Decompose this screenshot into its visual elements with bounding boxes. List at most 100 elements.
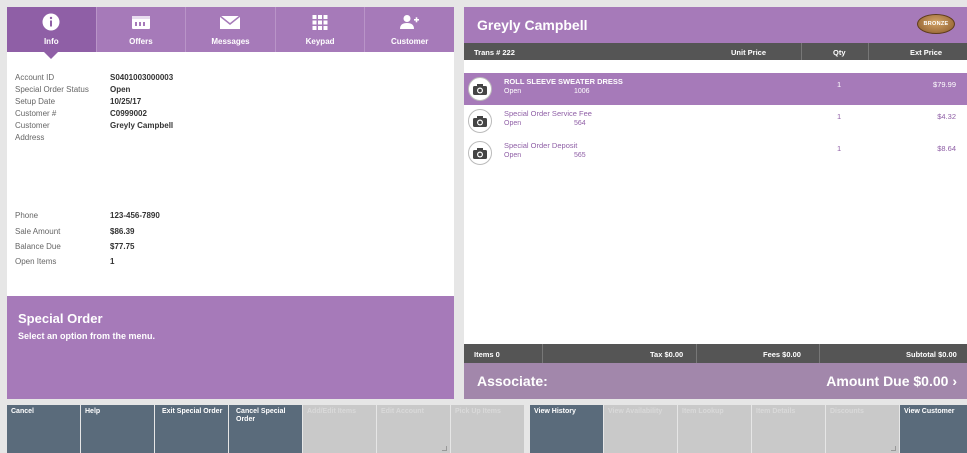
item-name: ROLL SLEEVE SWEATER DRESS xyxy=(504,77,623,86)
detail-row-status: Special Order Status Open xyxy=(15,85,445,97)
item-ext-price: $8.64 xyxy=(937,144,956,153)
amount-due-button[interactable]: Amount Due $0.00 › xyxy=(826,373,957,389)
item-details-button[interactable]: Item Details xyxy=(752,405,825,453)
items-count: Items 0 xyxy=(474,350,500,359)
detail-row-address: Address xyxy=(15,133,445,145)
item-sku: 564 xyxy=(574,120,586,127)
camera-icon xyxy=(468,109,492,133)
detail-row-balance-due: Balance Due $77.75 xyxy=(15,242,445,254)
line-item[interactable]: Special Order Deposit Open 565 1 $8.64 xyxy=(464,137,967,169)
sale-amount-value: $86.39 xyxy=(110,227,135,236)
item-qty: 1 xyxy=(837,112,842,121)
item-qty: 1 xyxy=(837,80,842,89)
item-sku: 565 xyxy=(574,152,586,159)
camera-icon xyxy=(468,77,492,101)
help-button[interactable]: Help xyxy=(81,405,154,453)
special-order-title: Special Order xyxy=(18,311,103,326)
transaction-totals-bar: Items 0 Tax $0.00 Fees $0.00 Subtotal $0… xyxy=(464,344,967,363)
detail-row-account-id: Account ID S0401003000003 xyxy=(15,73,445,85)
sale-amount-label: Sale Amount xyxy=(15,227,61,236)
balance-due-value: $77.75 xyxy=(110,242,135,251)
pick-up-items-button[interactable]: Pick Up Items xyxy=(451,405,524,453)
item-ext-price: $4.32 xyxy=(937,112,956,121)
corner-indicator xyxy=(891,446,896,451)
special-order-instruction: Select an option from the menu. xyxy=(18,331,156,341)
item-name: Special Order Deposit xyxy=(504,141,578,150)
column-divider xyxy=(868,43,869,60)
discounts-button[interactable]: Discounts xyxy=(826,405,899,453)
tab-messages-label: Messages xyxy=(211,37,250,46)
trans-number-header: Trans # 222 xyxy=(474,48,515,57)
detail-row-customer-number: Customer # C0999002 xyxy=(15,109,445,121)
qty-header: Qty xyxy=(833,48,846,57)
camera-icon xyxy=(468,141,492,165)
subtotal: Subtotal $0.00 xyxy=(906,350,957,359)
associate-label[interactable]: Associate: xyxy=(477,373,548,389)
detail-row-open-items: Open Items 1 xyxy=(15,257,445,269)
exit-special-order-button[interactable]: Exit Special Order xyxy=(155,405,228,453)
edit-account-button[interactable]: Edit Account xyxy=(377,405,450,453)
customer-name[interactable]: Greyly Campbell xyxy=(477,17,588,33)
detail-row-sale-amount: Sale Amount $86.39 xyxy=(15,227,445,239)
info-icon xyxy=(42,13,60,31)
fees-total: Fees $0.00 xyxy=(763,350,801,359)
view-history-button[interactable]: View History xyxy=(530,405,603,453)
status-label: Special Order Status xyxy=(15,85,89,94)
item-status: Open xyxy=(504,152,522,159)
customer-number-value: C0999002 xyxy=(110,109,147,118)
add-edit-items-button[interactable]: Add/Edit Items xyxy=(303,405,376,453)
customer-value: Greyly Campbell xyxy=(110,121,174,130)
detail-row-phone: Phone 123-456-7890 xyxy=(15,211,445,223)
unit-price-header: Unit Price xyxy=(731,48,767,57)
column-divider xyxy=(696,344,697,363)
amount-due-bar: Associate: Amount Due $0.00 › xyxy=(464,363,967,399)
tab-keypad[interactable]: Keypad xyxy=(276,7,366,52)
bottom-menu: Cancel Help Exit Special Order Cancel Sp… xyxy=(0,405,967,453)
tab-customer[interactable]: Customer xyxy=(365,7,454,52)
loyalty-tier-label: BRONZE xyxy=(923,21,949,27)
tab-info[interactable]: Info xyxy=(7,7,97,52)
item-ext-price: $79.99 xyxy=(933,80,956,89)
ext-price-header: Ext Price xyxy=(910,48,943,57)
special-order-message-panel: Special Order Select an option from the … xyxy=(7,296,454,399)
open-items-value: 1 xyxy=(110,257,115,266)
address-label: Address xyxy=(15,133,45,142)
column-divider xyxy=(801,43,802,60)
tab-bar: Info Offers Messages Keypad Customer xyxy=(7,7,454,52)
tax-total: Tax $0.00 xyxy=(650,350,684,359)
tab-keypad-label: Keypad xyxy=(305,37,335,46)
tab-offers-label: Offers xyxy=(129,37,153,46)
item-status: Open xyxy=(504,88,522,95)
tab-messages[interactable]: Messages xyxy=(186,7,276,52)
tab-customer-label: Customer xyxy=(391,37,429,46)
transaction-panel: Greyly Campbell BRONZE Trans # 222 Unit … xyxy=(464,7,967,399)
line-item[interactable]: Special Order Service Fee Open 564 1 $4.… xyxy=(464,105,967,137)
view-customer-button[interactable]: View Customer xyxy=(900,405,967,453)
phone-label: Phone xyxy=(15,211,39,220)
tab-info-label: Info xyxy=(43,37,59,46)
detail-row-setup-date: Setup Date 10/25/17 xyxy=(15,97,445,109)
status-value: Open xyxy=(110,85,131,94)
tab-offers[interactable]: Offers xyxy=(97,7,187,52)
line-item[interactable]: ROLL SLEEVE SWEATER DRESS Open 1006 1 $7… xyxy=(464,73,967,105)
item-lookup-button[interactable]: Item Lookup xyxy=(678,405,751,453)
item-sku: 1006 xyxy=(574,88,590,95)
detail-row-customer: Customer Greyly Campbell xyxy=(15,121,445,133)
view-availability-button[interactable]: View Availability xyxy=(604,405,677,453)
cancel-special-order-button[interactable]: Cancel Special Order xyxy=(229,405,302,453)
offers-icon xyxy=(131,13,151,31)
corner-indicator xyxy=(442,446,447,451)
edit-account-label: Edit Account xyxy=(381,408,424,415)
customer-header: Greyly Campbell BRONZE xyxy=(464,7,967,43)
item-status: Open xyxy=(504,120,522,127)
customer-label: Customer xyxy=(15,121,50,130)
setup-date-label: Setup Date xyxy=(15,97,56,106)
cancel-button[interactable]: Cancel xyxy=(7,405,80,453)
envelope-icon xyxy=(219,13,241,31)
account-id-label: Account ID xyxy=(15,73,55,82)
special-order-info-panel: Info Offers Messages Keypad Customer Acc… xyxy=(7,7,454,399)
loyalty-badge: BRONZE xyxy=(917,14,955,34)
account-id-value: S0401003000003 xyxy=(110,73,174,82)
setup-date-value: 10/25/17 xyxy=(110,97,142,106)
transaction-table-header: Trans # 222 Unit Price Qty Ext Price xyxy=(464,43,967,60)
